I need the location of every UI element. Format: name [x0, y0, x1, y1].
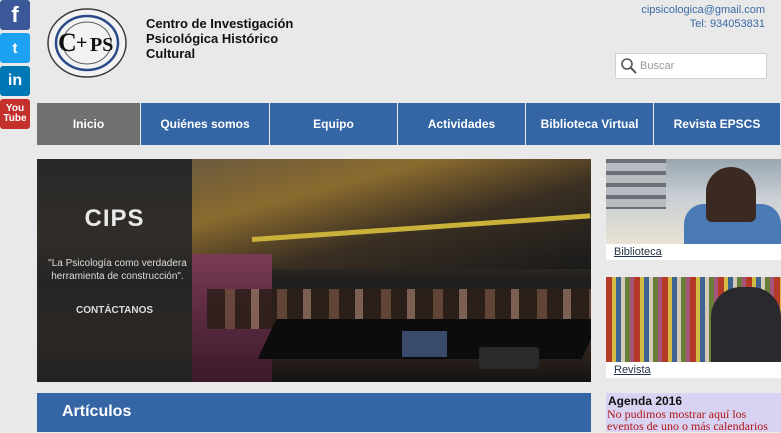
search-placeholder: Buscar [640, 60, 675, 72]
biblioteca-image-person [706, 167, 756, 222]
youtube-icon[interactable]: You Tube [0, 99, 30, 129]
slider-title: CIPS [84, 205, 145, 232]
agenda-title: Agenda 2016 [608, 394, 683, 408]
agenda-widget: Agenda 2016 No pudimos mostrar aquí los … [606, 393, 781, 432]
nav-item-quienes-somos[interactable]: Quiénes somos [141, 103, 270, 145]
nav-item-equipo[interactable]: Equipo [270, 103, 398, 145]
slider-contact-link[interactable]: CONTÁCTANOS [37, 305, 192, 316]
nav-item-revista-epscs[interactable]: Revista EPSCS [654, 103, 781, 145]
cips-logo[interactable]: C + PS [46, 7, 128, 79]
articles-heading: Artículos [37, 393, 591, 432]
contact-info: cipsicologica@gmail.com Tel: 934053831 [641, 3, 765, 31]
slider-photo-projector [479, 347, 539, 369]
facebook-icon[interactable]: f [0, 0, 30, 30]
slider-photo-laptop [402, 331, 447, 357]
biblioteca-link[interactable]: Biblioteca [606, 244, 781, 260]
hero-slider[interactable]: CIPS "La Psicología como verdadera herra… [37, 159, 591, 382]
linkedin-icon[interactable]: in [0, 66, 30, 96]
twitter-icon[interactable]: t [0, 33, 30, 63]
revista-link[interactable]: Revista [606, 362, 781, 378]
nav-item-inicio[interactable]: Inicio [37, 103, 141, 145]
search-icon [620, 57, 638, 75]
search-input[interactable]: Buscar [615, 53, 767, 79]
contact-phone: Tel: 934053831 [689, 18, 765, 30]
biblioteca-image-shelf [606, 159, 666, 209]
org-name: Centro de Investigación Psicológica Hist… [146, 16, 294, 61]
slider-photo-ceiling [192, 159, 591, 269]
nav-item-biblioteca-virtual[interactable]: Biblioteca Virtual [526, 103, 654, 145]
revista-image-person [711, 287, 781, 362]
slider-quote: "La Psicología como verdadera herramient… [48, 258, 187, 282]
card-biblioteca[interactable]: Biblioteca [606, 159, 781, 260]
youtube-label-tube: Tube [3, 113, 27, 124]
card-revista[interactable]: Revista [606, 277, 781, 378]
social-bar: f t in You Tube [0, 0, 32, 132]
revista-image[interactable] [606, 277, 781, 362]
main-nav: Inicio Quiénes somos Equipo Actividades … [37, 103, 781, 145]
svg-text:+: + [76, 32, 87, 54]
svg-text:C: C [58, 28, 77, 57]
agenda-error-message: No pudimos mostrar aquí los eventos de u… [607, 407, 768, 433]
contact-email[interactable]: cipsicologica@gmail.com [641, 3, 765, 17]
nav-item-actividades[interactable]: Actividades [398, 103, 526, 145]
svg-text:PS: PS [90, 34, 113, 56]
header: f t in You Tube C + PS Centro de Investi… [0, 0, 781, 129]
biblioteca-image[interactable] [606, 159, 781, 244]
